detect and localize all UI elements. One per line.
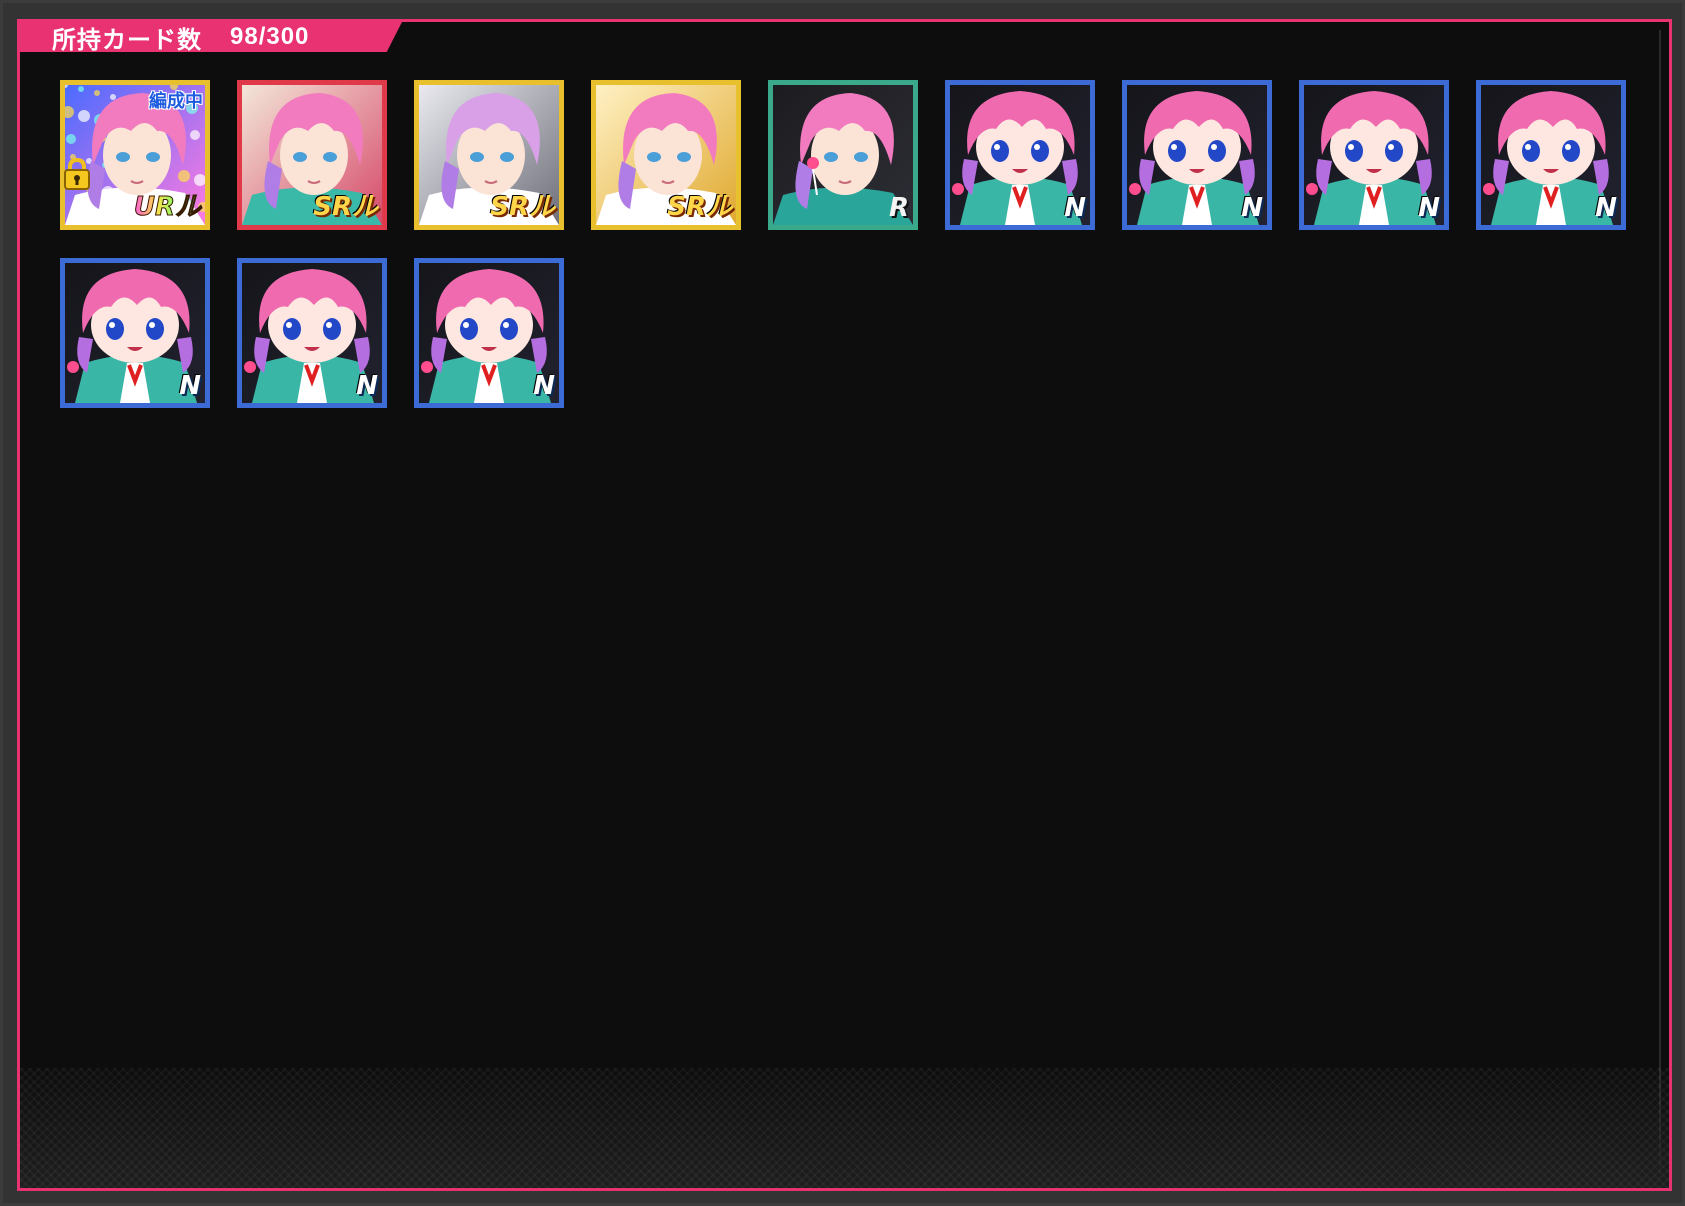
card-list-panel: 所持カード数 98/300 URル 編成中 SRル SRル SRル R N N N N N N N	[17, 19, 1672, 1191]
card-slot[interactable]: URル 編成中	[60, 80, 210, 230]
lock-icon	[64, 157, 90, 190]
window-frame: 所持カード数 98/300 URル 編成中 SRル SRル SRル R N N N N N N N	[0, 0, 1685, 1206]
rarity-label: N	[1241, 193, 1263, 223]
rarity-label: N	[1418, 193, 1440, 223]
in-deck-badge: 編成中	[149, 91, 203, 111]
card-slot[interactable]: R	[768, 80, 918, 230]
rarity-label: SRル	[667, 192, 732, 222]
card-slot[interactable]: N	[60, 258, 210, 408]
scroll-track	[1659, 30, 1661, 1180]
card-slot[interactable]: N	[1122, 80, 1272, 230]
rarity-label: N	[356, 371, 378, 401]
card-grid: URル 編成中 SRル SRル SRル R N N N N N N N	[60, 80, 1626, 408]
rarity-label: R	[888, 193, 909, 223]
card-slot[interactable]: N	[945, 80, 1095, 230]
rarity-label: N	[1595, 193, 1617, 223]
card-count-header: 所持カード数 98/300	[20, 22, 402, 52]
card-count-label: 所持カード数	[52, 26, 202, 54]
card-slot[interactable]: SRル	[414, 80, 564, 230]
rarity-label: N	[1064, 193, 1086, 223]
card-slot[interactable]: N	[1476, 80, 1626, 230]
card-slot[interactable]: N	[237, 258, 387, 408]
rarity-label: SRル	[490, 192, 555, 222]
rarity-label: N	[533, 371, 555, 401]
rarity-label: URル	[133, 186, 201, 223]
rarity-label: SRル	[313, 192, 378, 222]
card-count-value: 98/300	[230, 23, 310, 50]
card-slot[interactable]: N	[414, 258, 564, 408]
card-slot[interactable]: SRル	[591, 80, 741, 230]
rarity-label: N	[179, 371, 201, 401]
card-slot[interactable]: N	[1299, 80, 1449, 230]
card-slot[interactable]: SRル	[237, 80, 387, 230]
